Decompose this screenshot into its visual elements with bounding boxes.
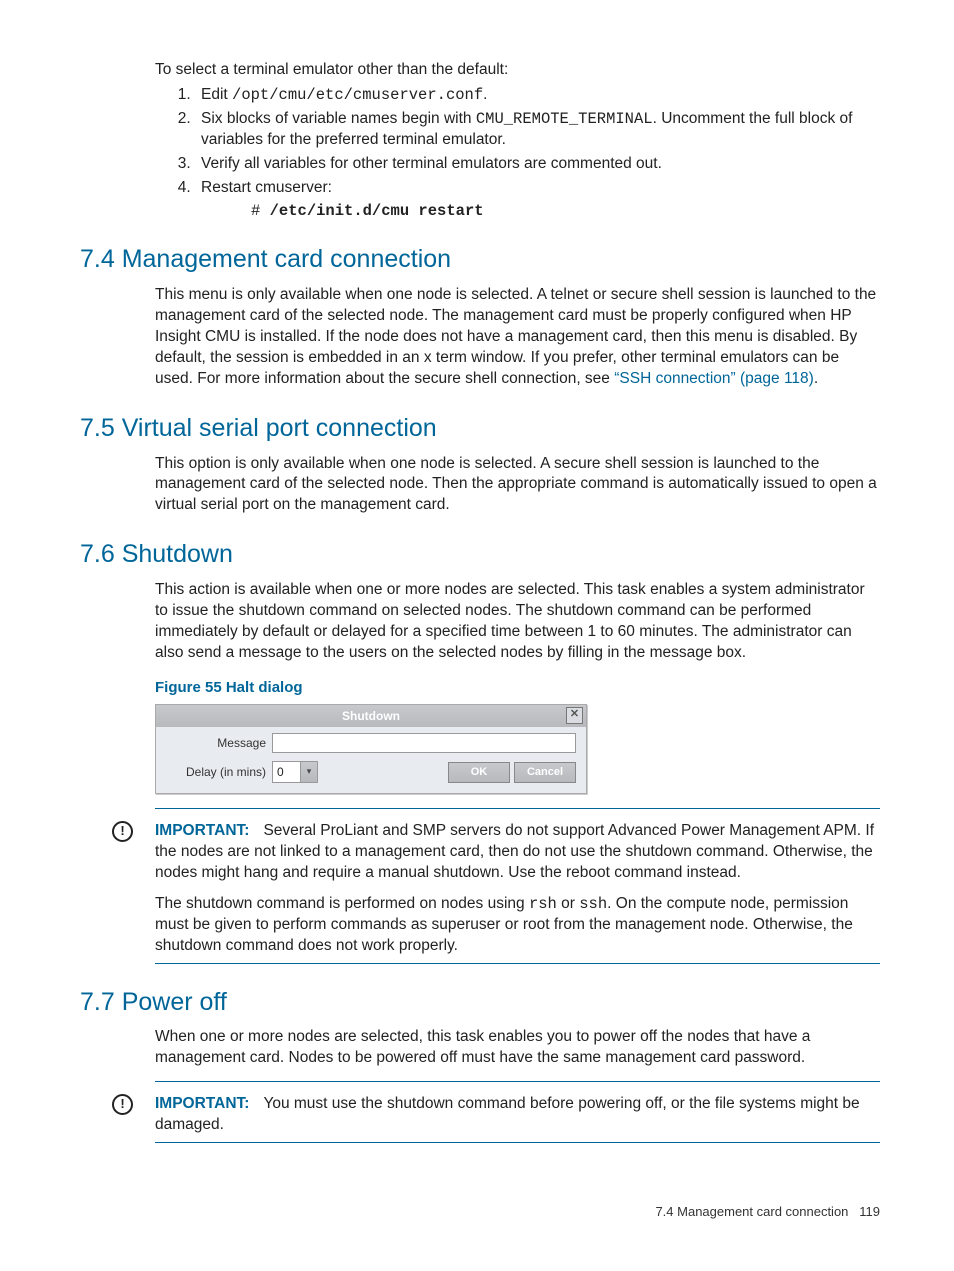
list-item: Six blocks of variable names begin with … xyxy=(195,109,880,151)
footer-section: 7.4 Management card connection xyxy=(655,1204,848,1219)
important-label: IMPORTANT: xyxy=(155,1095,249,1112)
body-text: This action is available when one or mor… xyxy=(155,580,880,664)
important-note: ! IMPORTANT:You must use the shutdown co… xyxy=(155,1094,880,1136)
message-row: Message xyxy=(166,733,576,753)
important-icon: ! xyxy=(112,821,133,842)
message-label: Message xyxy=(166,735,266,751)
list-item: Verify all variables for other terminal … xyxy=(195,154,880,175)
divider xyxy=(155,963,880,964)
important-label: IMPORTANT: xyxy=(155,822,249,839)
section-7-7: When one or more nodes are selected, thi… xyxy=(155,1027,880,1143)
heading-7-7: 7.7 Power off xyxy=(80,986,880,1020)
cancel-button[interactable]: Cancel xyxy=(514,762,576,783)
important-note: ! IMPORTANT:Several ProLiant and SMP ser… xyxy=(155,821,880,884)
heading-7-5: 7.5 Virtual serial port connection xyxy=(80,412,880,446)
list-item: Restart cmuserver: # /etc/init.d/cmu res… xyxy=(195,178,880,222)
page-number: 119 xyxy=(859,1204,880,1219)
code-path: /opt/cmu/etc/cmuserver.conf xyxy=(232,86,483,104)
intro-block: To select a terminal emulator other than… xyxy=(155,60,880,221)
intro-lead: To select a terminal emulator other than… xyxy=(155,60,880,81)
body-text: This option is only available when one n… xyxy=(155,454,880,517)
divider xyxy=(155,1081,880,1082)
close-icon[interactable]: ✕ xyxy=(566,707,583,724)
dialog-title: Shutdown xyxy=(342,709,400,723)
important-icon: ! xyxy=(112,1094,133,1115)
body-text: The shutdown command is performed on nod… xyxy=(155,894,880,957)
important-body: You must use the shutdown command before… xyxy=(155,1095,860,1133)
message-input[interactable] xyxy=(272,733,576,753)
heading-7-4: 7.4 Management card connection xyxy=(80,243,880,277)
divider xyxy=(155,1142,880,1143)
command-line: # /etc/init.d/cmu restart xyxy=(251,201,880,222)
code-var: CMU_REMOTE_TERMINAL xyxy=(476,110,653,128)
shutdown-dialog: Shutdown ✕ Message Delay (in mins) 0 ▾ O… xyxy=(155,704,587,794)
divider xyxy=(155,808,880,809)
section-7-6: This action is available when one or mor… xyxy=(155,580,880,964)
page-footer: 7.4 Management card connection 119 xyxy=(80,1203,880,1221)
section-7-4: This menu is only available when one nod… xyxy=(155,285,880,390)
ok-button[interactable]: OK xyxy=(448,762,510,783)
section-7-5: This option is only available when one n… xyxy=(155,454,880,517)
delay-spinner[interactable]: 0 ▾ xyxy=(272,761,318,783)
heading-7-6: 7.6 Shutdown xyxy=(80,538,880,572)
chevron-down-icon[interactable]: ▾ xyxy=(300,762,317,782)
link-ssh-connection[interactable]: “SSH connection” (page 118) xyxy=(614,370,814,387)
list-item: Edit /opt/cmu/etc/cmuserver.conf. xyxy=(195,85,880,106)
important-body: Several ProLiant and SMP servers do not … xyxy=(155,822,874,881)
delay-label: Delay (in mins) xyxy=(166,764,266,780)
delay-value: 0 xyxy=(273,764,300,780)
body-text: When one or more nodes are selected, thi… xyxy=(155,1027,880,1069)
bottom-row: Delay (in mins) 0 ▾ OK Cancel xyxy=(166,761,576,783)
figure-caption: Figure 55 Halt dialog xyxy=(155,678,880,698)
body-text: This menu is only available when one nod… xyxy=(155,285,880,390)
intro-list: Edit /opt/cmu/etc/cmuserver.conf. Six bl… xyxy=(155,85,880,222)
dialog-titlebar: Shutdown ✕ xyxy=(156,705,586,727)
